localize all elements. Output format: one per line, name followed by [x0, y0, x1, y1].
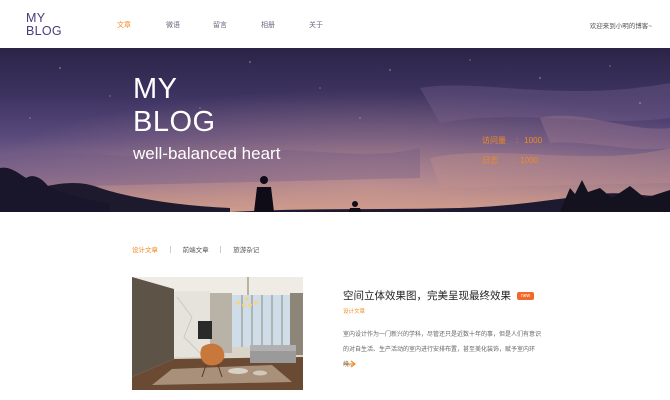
article-description: 室内设计作为一门新兴的学科，尽管还只是近数十年的事，但是人们有意识的对自生活、生…: [343, 332, 542, 368]
article-title-text[interactable]: 空间立体效果图，完美呈现最终效果: [343, 290, 511, 302]
tab-design-articles[interactable]: 设计文章: [132, 244, 158, 254]
article-thumbnail[interactable]: [132, 277, 303, 390]
hero-subtitle: well-balanced heart: [133, 144, 281, 163]
nav-item-messages[interactable]: 留言: [213, 20, 227, 30]
stat-posts-label: 日志: [482, 156, 498, 165]
site-header: MY BLOG 文章 微语 留言 相册 关于 欢迎来到小明的博客~: [0, 0, 670, 48]
stat-separator: :: [516, 136, 519, 145]
nav-item-album[interactable]: 相册: [261, 20, 275, 30]
nav-item-about[interactable]: 关于: [309, 20, 323, 30]
tab-travel-notes[interactable]: 旅游杂记: [233, 244, 259, 254]
category-tabs: 设计文章 前端文章 旅游杂记: [132, 244, 259, 254]
interior-image: [132, 277, 303, 390]
stat-posts-value: 1000: [520, 156, 539, 165]
stat-visits-label: 访问量: [482, 136, 506, 145]
hero-title-line-2: BLOG: [133, 106, 216, 138]
arrow-right-icon[interactable]: [343, 360, 357, 368]
stat-posts: 日志:1000: [482, 155, 538, 166]
article-title[interactable]: 空间立体效果图，完美呈现最终效果 new: [343, 288, 535, 303]
tab-divider: [169, 246, 171, 253]
stat-visits-value: 1000: [524, 136, 543, 145]
hero-title: MY BLOG: [133, 73, 216, 139]
hero-banner: MY BLOG well-balanced heart 访问量:1000 日志:…: [0, 48, 670, 212]
nav-item-articles[interactable]: 文章: [117, 20, 131, 30]
stat-visits: 访问量:1000: [482, 135, 542, 146]
tab-frontend-articles[interactable]: 前端文章: [183, 244, 209, 254]
hero-title-line-1: MY: [133, 73, 178, 105]
hero-background-image: [0, 48, 670, 212]
new-badge: new: [517, 292, 535, 300]
nav-item-micro-posts[interactable]: 微语: [166, 20, 180, 30]
stat-separator: :: [512, 156, 515, 165]
tab-divider: [220, 246, 222, 253]
welcome-text: 欢迎来到小明的博客~: [589, 23, 652, 30]
site-logo[interactable]: MY BLOG: [26, 12, 66, 38]
article-category[interactable]: 设计文章: [343, 307, 365, 315]
logo-line-2: BLOG: [26, 24, 62, 38]
